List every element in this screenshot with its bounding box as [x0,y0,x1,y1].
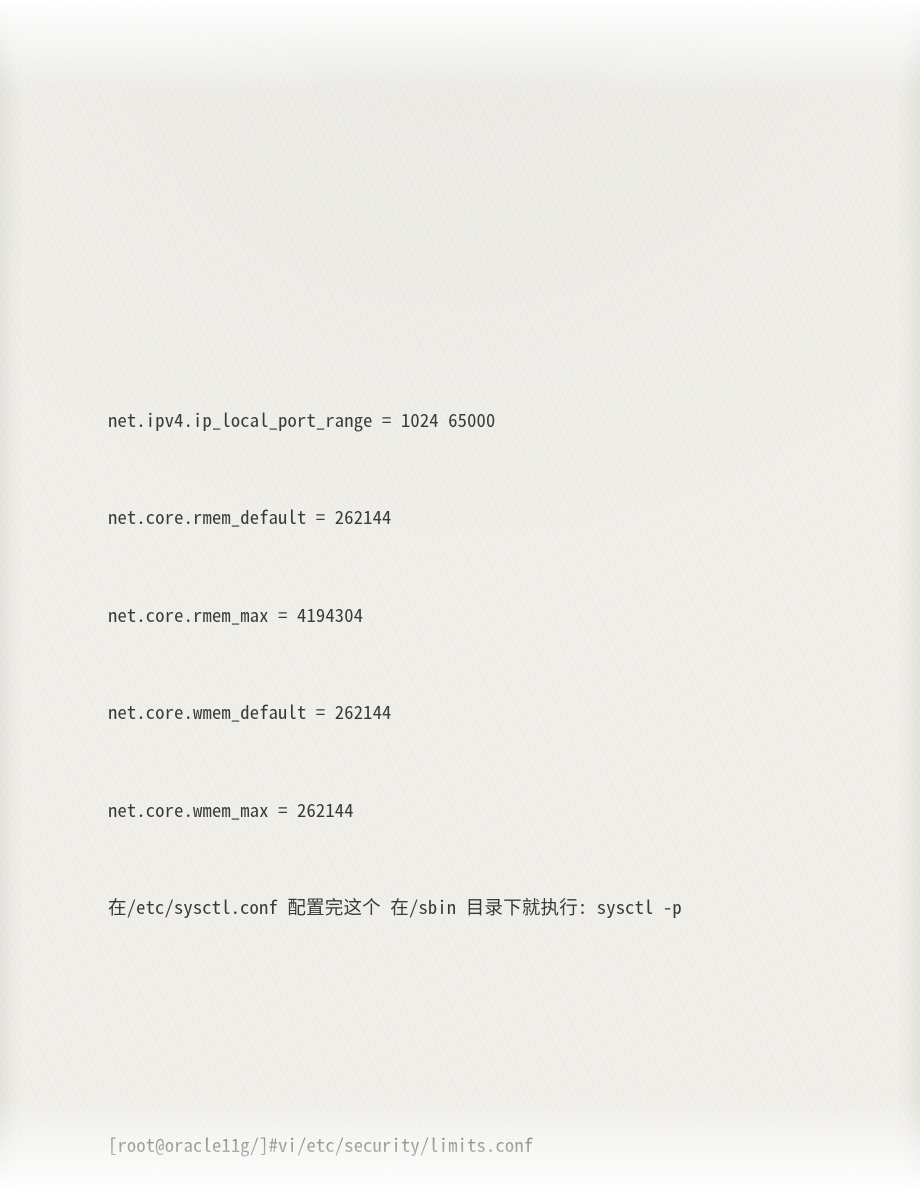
code-line: net.core.wmem_max = 262144 [108,794,812,827]
code-line: net.core.rmem_max = 4194304 [108,599,812,632]
code-line: net.core.rmem_default = 262144 [108,501,812,534]
code-line: net.core.wmem_default = 262144 [108,696,812,729]
spacer [108,222,812,306]
document-body: net.ipv4.ip_local_port_range = 1024 6500… [108,92,812,1099]
code-line: net.ipv4.ip_local_port_range = 1024 6500… [108,404,812,437]
paper-page: net.ipv4.ip_local_port_range = 1024 6500… [0,0,920,1191]
paragraph-gap [108,1021,812,1031]
code-line: 在/etc/sysctl.conf 配置完这个 在/sbin 目录下就执行: s… [108,891,812,924]
code-line: [root@oracle11g/]#vi/etc/security/limits… [108,1129,812,1162]
